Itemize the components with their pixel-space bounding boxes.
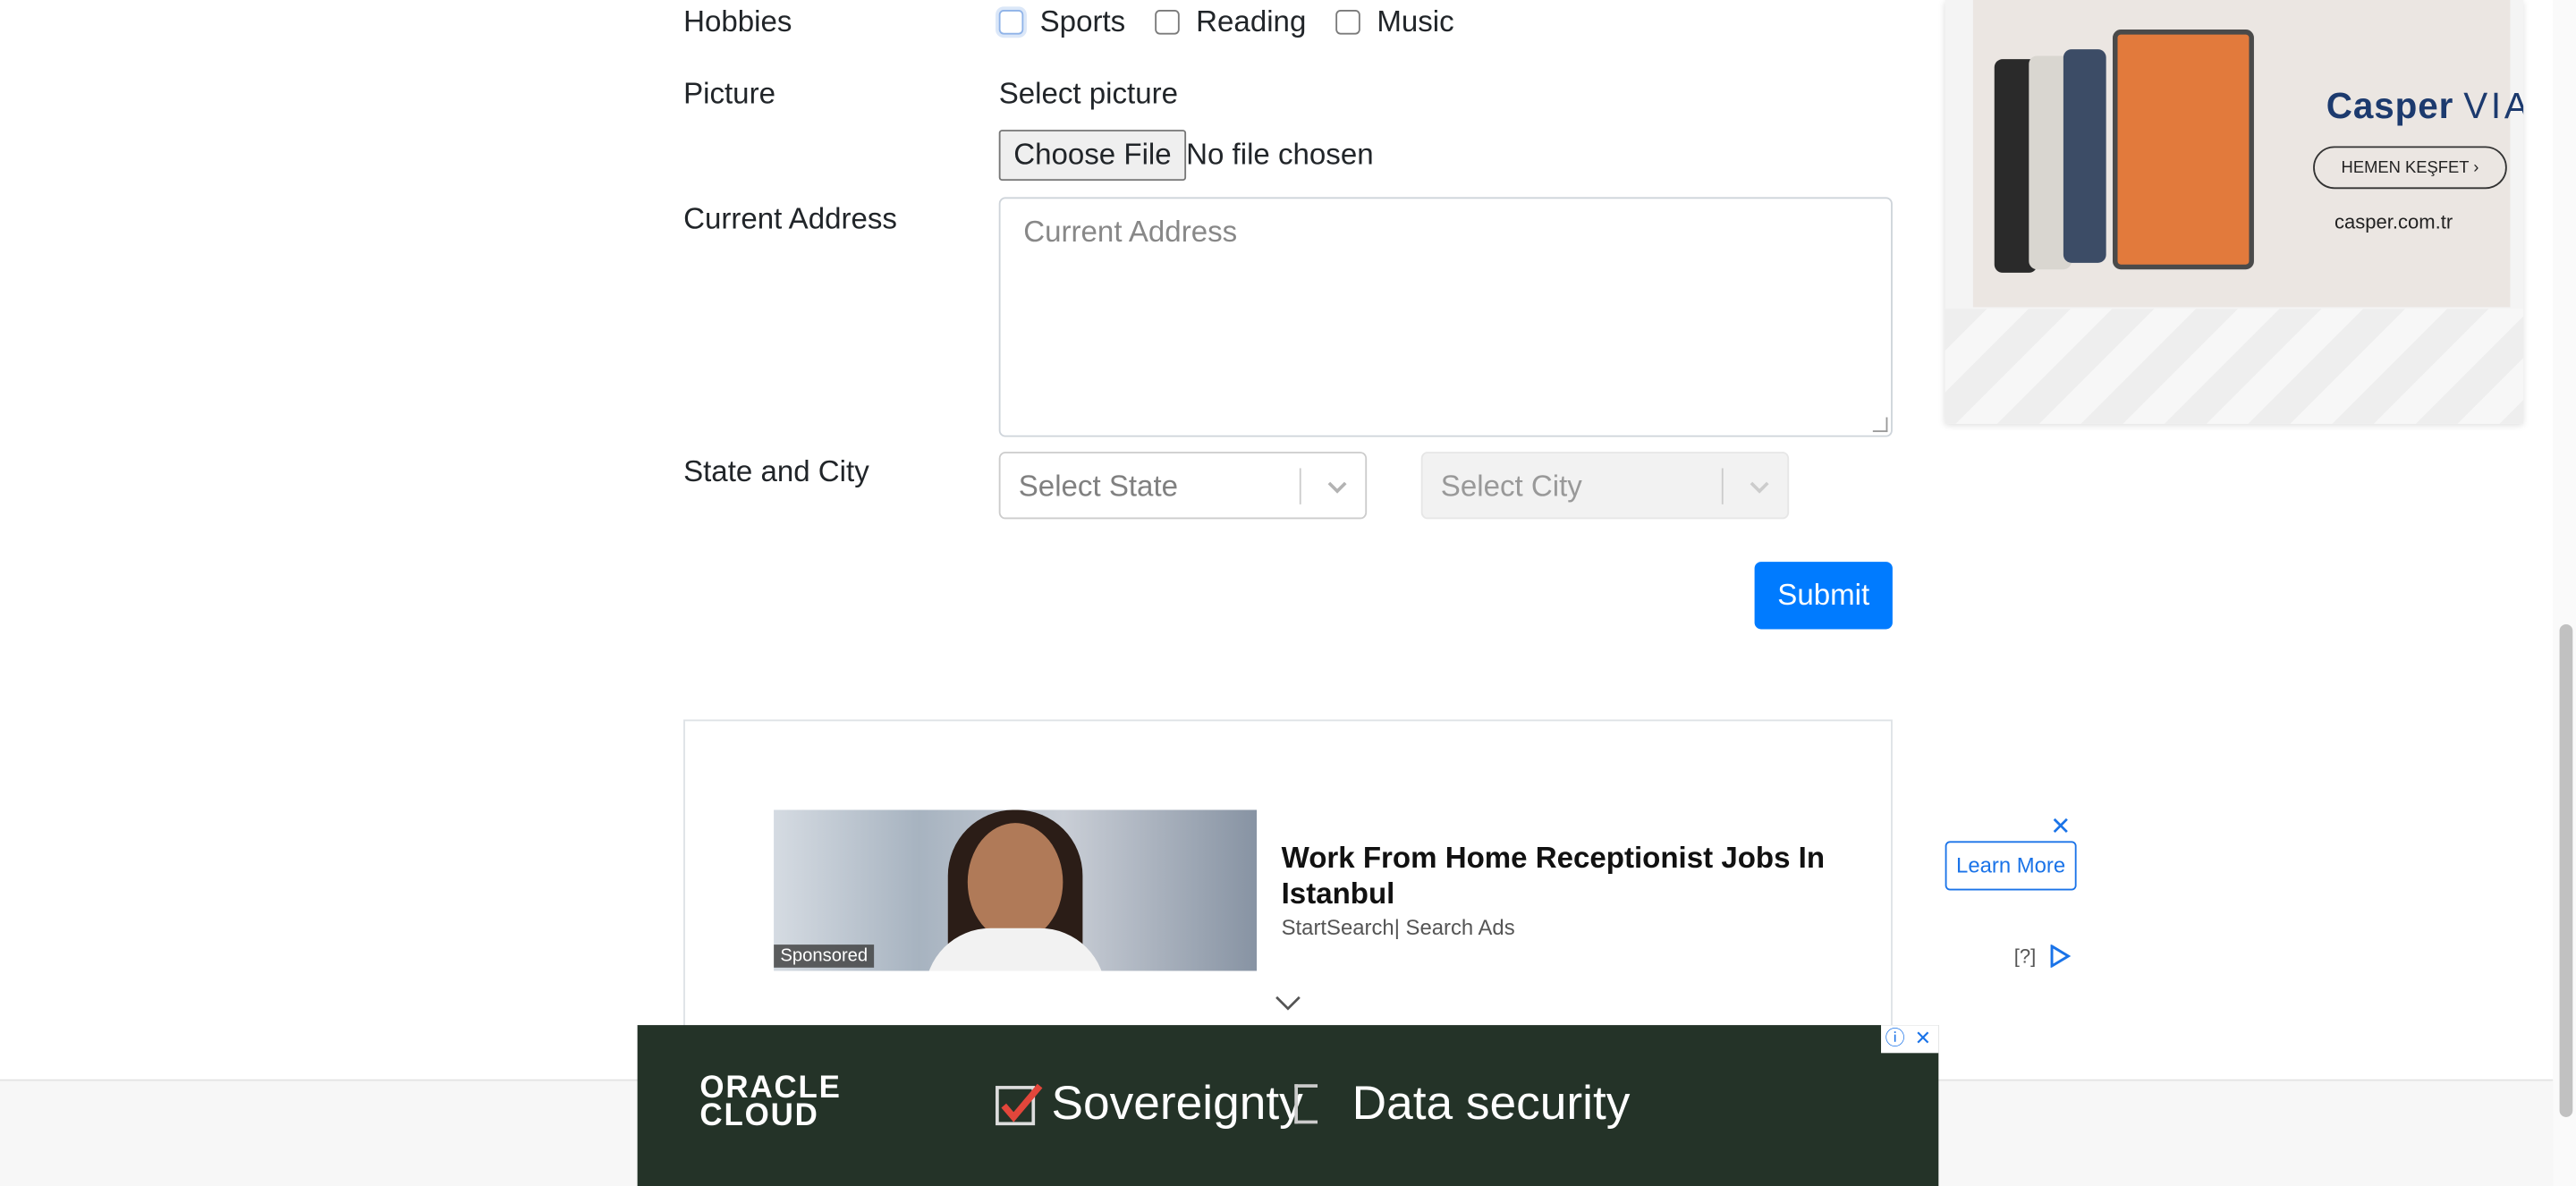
- hobby-reading[interactable]: Reading: [1155, 5, 1306, 40]
- phone-model-image: [2112, 30, 2254, 270]
- sponsored-badge: Sponsored: [774, 945, 875, 968]
- sports-checkbox[interactable]: [998, 10, 1024, 35]
- phone-image: [2063, 49, 2106, 263]
- file-status-text: No file chosen: [1186, 138, 1374, 172]
- state-select[interactable]: Select State: [998, 452, 1368, 520]
- logo-line-2: CLOUD: [699, 1098, 819, 1134]
- adchoices-icon[interactable]: [2048, 945, 2072, 968]
- ad-source: StartSearch| Search Ads: [1281, 915, 1515, 940]
- state-placeholder: Select State: [1018, 470, 1179, 504]
- resize-grip-icon[interactable]: [1872, 417, 1888, 433]
- reading-label[interactable]: Reading: [1196, 5, 1306, 40]
- chevron-down-icon[interactable]: [1275, 995, 1301, 1012]
- cta-label: HEMEN KEŞFET: [2341, 159, 2470, 178]
- hemen-kesfet-button[interactable]: HEMEN KEŞFET ›: [2313, 146, 2507, 190]
- ad-info-controls[interactable]: ⓘ ✕: [1881, 1025, 1939, 1054]
- reading-checkbox[interactable]: [1155, 10, 1180, 35]
- current-address-label: Current Address: [683, 201, 897, 235]
- close-icon[interactable]: ✕: [1909, 1025, 1936, 1053]
- brand-suffix: VIA: [2463, 85, 2523, 127]
- ad-photo: Sponsored: [774, 809, 1258, 971]
- music-label[interactable]: Music: [1377, 5, 1453, 40]
- casper-logo: CasperVIA: [2326, 86, 2523, 129]
- casper-banner[interactable]: CasperVIA HEMEN KEŞFET › casper.com.tr: [1972, 0, 2523, 308]
- oracle-cloud-logo: ORACLE CLOUD: [699, 1071, 842, 1134]
- brand-name: Casper: [2326, 85, 2454, 127]
- select-picture-label: Select picture: [998, 77, 1179, 111]
- ad-help-link[interactable]: [?]: [2014, 945, 2037, 968]
- page: Hobbies Sports Reading Music Picture Sel…: [0, 0, 2576, 1186]
- logo-line-1: ORACLE: [699, 1071, 842, 1106]
- close-icon[interactable]: ✕: [2050, 811, 2071, 841]
- hobbies-group: Sports Reading Music: [998, 5, 1484, 40]
- ad-title[interactable]: Work From Home Receptionist Jobs In Ista…: [1282, 840, 1873, 912]
- city-placeholder: Select City: [1440, 470, 1582, 504]
- sports-label[interactable]: Sports: [1040, 5, 1126, 40]
- state-city-label: State and City: [683, 454, 869, 488]
- current-address-placeholder: Current Address: [1023, 215, 1238, 249]
- music-checkbox[interactable]: [1335, 10, 1360, 35]
- picture-label: Picture: [683, 77, 775, 111]
- chevron-down-icon[interactable]: [1321, 470, 1354, 503]
- info-icon[interactable]: ⓘ: [1881, 1025, 1909, 1053]
- submit-button[interactable]: Submit: [1754, 562, 1893, 630]
- data-security-text: Data security: [1352, 1077, 1631, 1131]
- learn-more-button[interactable]: Learn More: [1945, 841, 2077, 891]
- hobby-sports[interactable]: Sports: [998, 5, 1126, 40]
- state-select-separator: [1299, 468, 1301, 504]
- ad-background-pattern: [1945, 309, 2524, 424]
- city-select[interactable]: Select City: [1420, 452, 1790, 520]
- sponsored-ad[interactable]: Sponsored Work From Home Receptionist Jo…: [774, 809, 2078, 971]
- city-select-separator: [1721, 468, 1724, 504]
- side-ad[interactable]: CasperVIA HEMEN KEŞFET › casper.com.tr: [1945, 0, 2524, 424]
- scrollbar-thumb[interactable]: [2559, 623, 2573, 1117]
- current-address-input[interactable]: Current Address: [998, 197, 1893, 437]
- checkbox-unchecked-icon: [1294, 1084, 1318, 1124]
- person-face: [967, 823, 1063, 942]
- chevron-down-icon[interactable]: [1743, 470, 1776, 503]
- oracle-ad[interactable]: ORACLE CLOUD Sovereignty Data security ⓘ…: [637, 1025, 1939, 1186]
- hobby-music[interactable]: Music: [1335, 5, 1454, 40]
- checkbox-checked-icon: [996, 1083, 1043, 1126]
- sovereignty-text: Sovereignty: [1051, 1077, 1303, 1131]
- hobbies-label: Hobbies: [683, 4, 792, 38]
- choose-file-button[interactable]: Choose File: [998, 130, 1187, 182]
- casper-url: casper.com.tr: [2334, 210, 2453, 233]
